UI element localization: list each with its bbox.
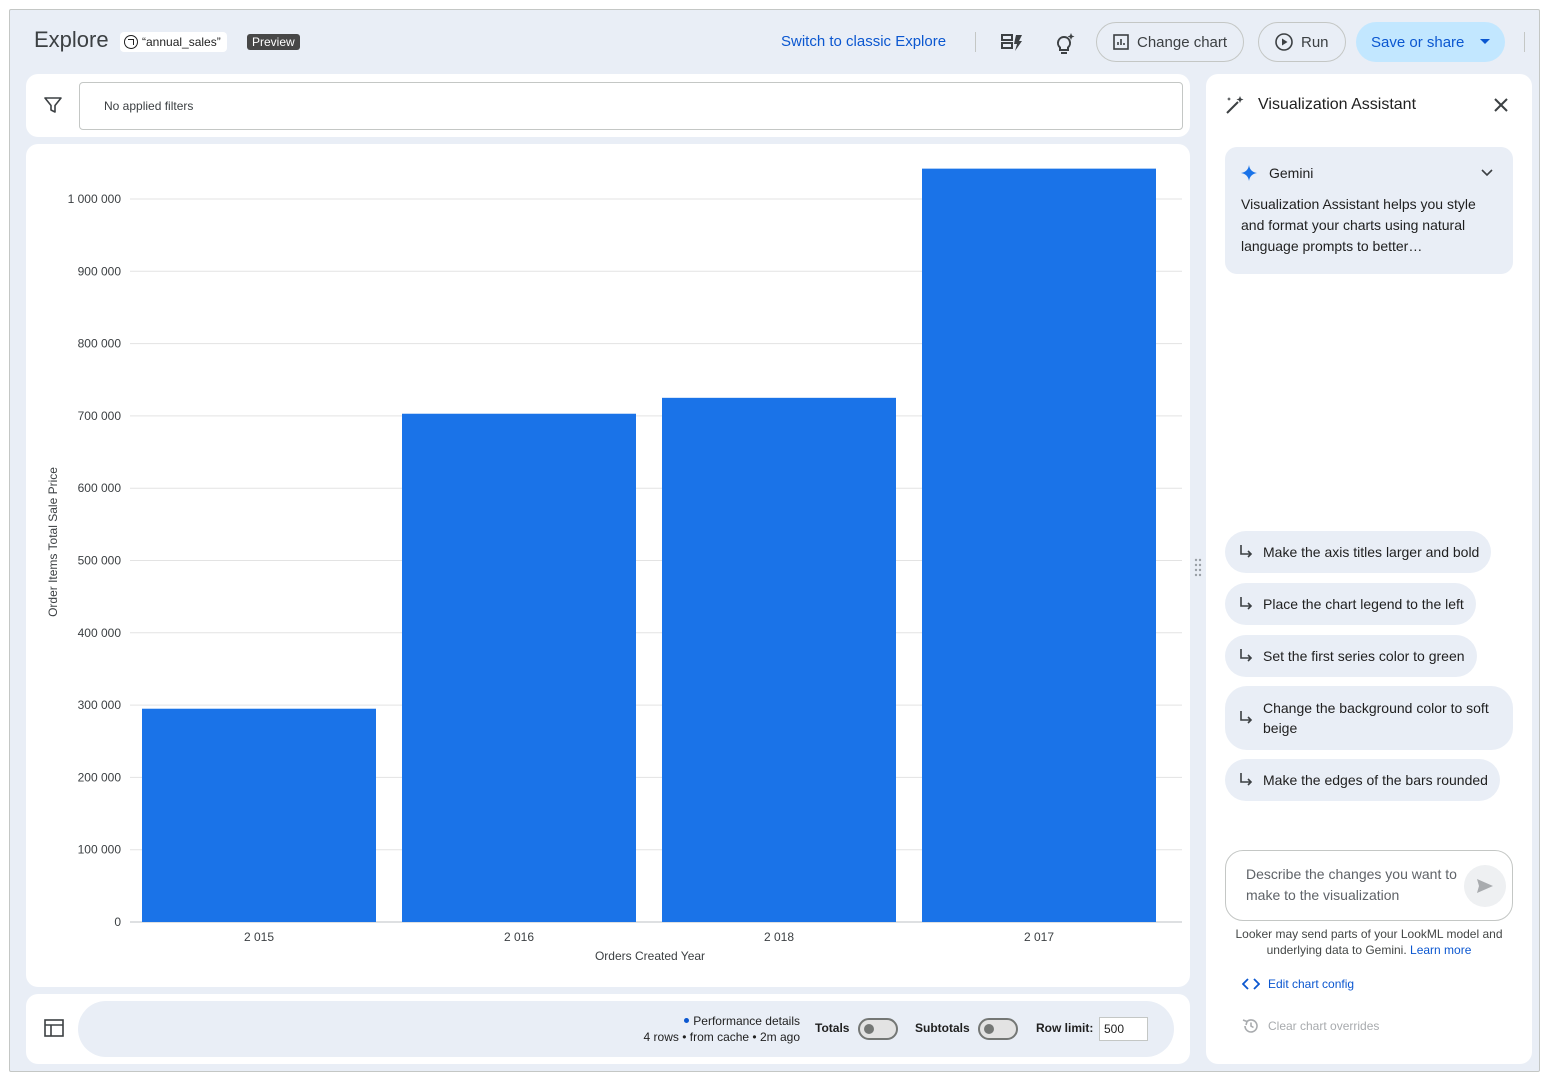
- table-icon[interactable]: [44, 1019, 64, 1037]
- subtotals-toggle[interactable]: [978, 1018, 1018, 1040]
- change-chart-button[interactable]: Change chart: [1096, 22, 1245, 62]
- subtotals-label: Subtotals: [915, 1021, 970, 1035]
- panel-title: Visualization Assistant: [1258, 96, 1417, 113]
- y-tick-label: 800 000: [78, 337, 122, 351]
- chart-icon: [1113, 34, 1129, 50]
- run-label: Run: [1301, 33, 1329, 51]
- totals-label: Totals: [815, 1021, 850, 1035]
- arrow-return-icon: [1240, 649, 1253, 662]
- status-dot: [684, 1018, 690, 1023]
- divider: [1524, 32, 1525, 52]
- arrow-return-icon: [1240, 711, 1253, 724]
- filter-icon[interactable]: [44, 96, 62, 114]
- rows-info: 4 rows • from cache • 2m ago: [643, 1030, 800, 1044]
- save-share-label: Save or share: [1371, 33, 1465, 51]
- x-tick-label: 2 017: [1024, 930, 1054, 944]
- bar[interactable]: [142, 708, 376, 922]
- visualization-assistant-panel: Visualization Assistant Gemini Visualiza…: [1206, 74, 1532, 1064]
- y-tick-label: 200 000: [78, 770, 122, 784]
- y-tick-label: 1 000 000: [68, 192, 122, 206]
- save-or-share-button[interactable]: Save or share: [1356, 22, 1505, 62]
- gemini-intro-card[interactable]: Gemini Visualization Assistant helps you…: [1225, 147, 1513, 274]
- play-icon: [1275, 33, 1293, 51]
- x-tick-label: 2 018: [764, 930, 794, 944]
- x-axis-title: Orders Created Year: [595, 949, 705, 963]
- send-button[interactable]: [1464, 865, 1506, 907]
- x-tick-label: 2 016: [504, 930, 534, 944]
- explore-name-chip[interactable]: “annual_sales”: [120, 32, 227, 52]
- arrow-return-icon: [1240, 545, 1253, 558]
- y-tick-label: 500 000: [78, 554, 122, 568]
- explore-name: “annual_sales”: [142, 35, 221, 49]
- suggestion-chip[interactable]: Make the edges of the bars rounded: [1225, 759, 1500, 801]
- clear-chart-overrides-button[interactable]: Clear chart overrides: [1242, 1017, 1379, 1035]
- filter-text: No applied filters: [104, 99, 194, 113]
- switch-classic-link[interactable]: Switch to classic Explore: [781, 33, 946, 50]
- arrow-return-icon: [1240, 597, 1253, 610]
- y-tick-label: 400 000: [78, 626, 122, 640]
- suggestion-text: Set the first series color to green: [1263, 648, 1465, 664]
- x-tick-label: 2 015: [244, 930, 274, 944]
- close-icon[interactable]: [1491, 95, 1511, 115]
- gemini-disclaimer: Looker may send parts of your LookML mod…: [1235, 927, 1503, 957]
- y-tick-label: 300 000: [78, 698, 122, 712]
- bar[interactable]: [922, 168, 1156, 922]
- compass-icon: [124, 35, 138, 49]
- totals-toggle[interactable]: [858, 1018, 898, 1040]
- suggestion-chip[interactable]: Set the first series color to green: [1225, 635, 1477, 677]
- filter-bar: No applied filters: [26, 74, 1190, 137]
- row-limit-label: Row limit:: [1036, 1021, 1094, 1035]
- row-limit-input[interactable]: 500: [1099, 1017, 1148, 1041]
- chevron-down-icon[interactable]: [1481, 169, 1493, 177]
- explore-window: Explore “annual_sales” Preview Switch to…: [9, 9, 1540, 1072]
- chart-card: 0 100 000 200 000 300 000 400 000 500 000 600 …: [26, 144, 1190, 987]
- performance-details-link[interactable]: Performance details: [644, 1013, 800, 1029]
- gemini-description: Visualization Assistant helps you style …: [1241, 196, 1476, 254]
- y-tick-label: 0: [114, 915, 121, 929]
- header: Explore “annual_sales” Preview Switch to…: [10, 10, 1539, 74]
- bar-chart[interactable]: 0 100 000 200 000 300 000 400 000 500 000 600 …: [26, 144, 1190, 987]
- prompt-placeholder: Describe the changes you want to make to…: [1246, 866, 1457, 903]
- dashboard-icon[interactable]: [997, 28, 1027, 58]
- edit-chart-config-link[interactable]: Edit chart config: [1242, 977, 1354, 991]
- gemini-label: Gemini: [1269, 165, 1314, 181]
- bar[interactable]: [662, 397, 896, 922]
- suggestion-chip[interactable]: Place the chart legend to the left: [1225, 583, 1476, 625]
- y-tick-label: 700 000: [78, 409, 122, 423]
- prompt-input[interactable]: Describe the changes you want to make to…: [1225, 850, 1513, 921]
- app-title: Explore: [34, 27, 109, 52]
- performance-info: Performance details 4 rows • from cache …: [644, 1013, 800, 1045]
- filter-field[interactable]: No applied filters: [79, 82, 1183, 130]
- caret-down-icon: [1480, 39, 1491, 44]
- results-controls: Performance details 4 rows • from cache …: [78, 1001, 1174, 1057]
- arrow-return-icon: [1240, 773, 1253, 786]
- run-button[interactable]: Run: [1258, 22, 1346, 62]
- divider: [975, 32, 976, 52]
- suggestion-text: Make the edges of the bars rounded: [1263, 772, 1488, 788]
- preview-badge: Preview: [247, 34, 300, 50]
- send-icon: [1477, 879, 1493, 893]
- suggestion-chip[interactable]: Make the axis titles larger and bold: [1225, 531, 1492, 573]
- data-bar: Performance details 4 rows • from cache …: [26, 994, 1190, 1064]
- code-icon: [1242, 978, 1260, 990]
- panel-resize-handle[interactable]: [1194, 557, 1202, 581]
- y-tick-label: 100 000: [78, 843, 122, 857]
- y-tick-label: 600 000: [78, 481, 122, 495]
- insights-bulb-icon[interactable]: [1050, 28, 1080, 58]
- y-tick-label: 900 000: [78, 264, 122, 278]
- gemini-sparkle-icon: [1241, 165, 1257, 181]
- suggestion-text: Change the background color to soft beig…: [1263, 700, 1489, 736]
- magic-pen-icon: [1226, 96, 1244, 114]
- suggestion-text: Place the chart legend to the left: [1263, 596, 1464, 612]
- y-axis-title: Order Items Total Sale Price: [46, 467, 60, 617]
- suggestion-chip[interactable]: Change the background color to soft beig…: [1225, 686, 1513, 750]
- bar[interactable]: [402, 413, 636, 922]
- learn-more-link[interactable]: Learn more: [1410, 943, 1471, 957]
- history-icon: [1242, 1019, 1258, 1033]
- change-chart-label: Change chart: [1137, 33, 1228, 51]
- suggestion-text: Make the axis titles larger and bold: [1263, 544, 1480, 560]
